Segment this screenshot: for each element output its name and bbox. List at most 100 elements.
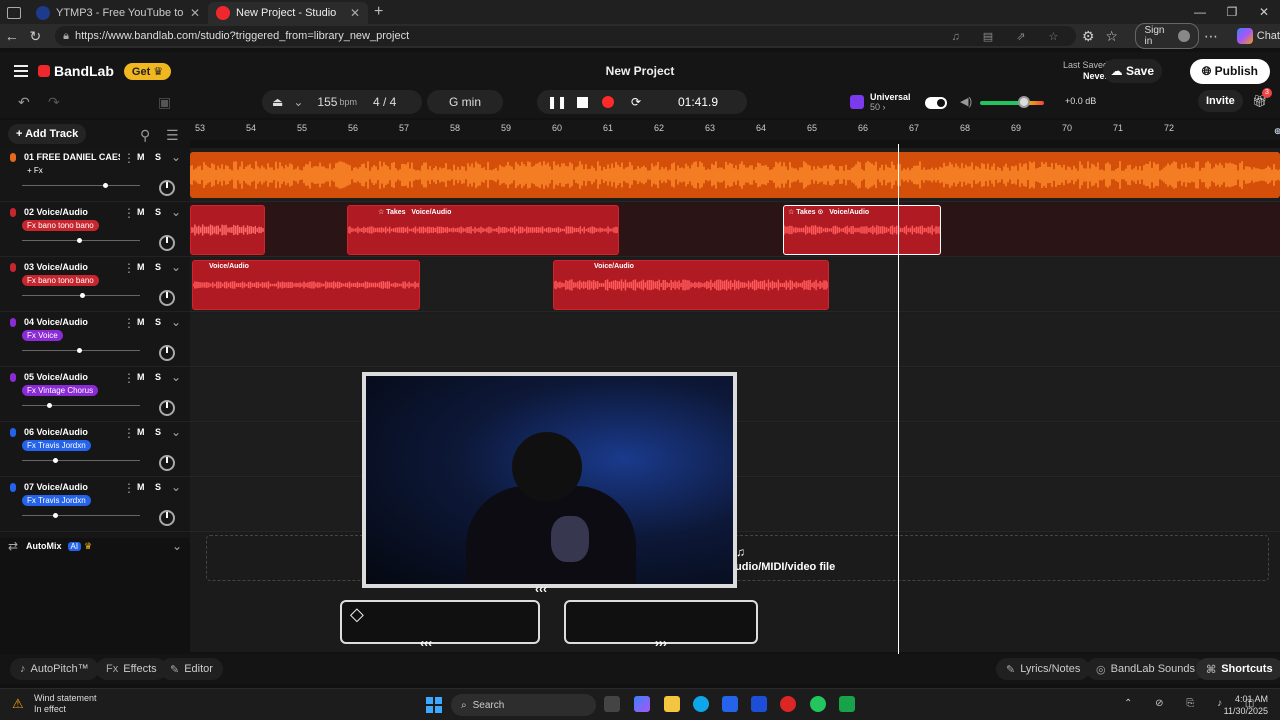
pan-knob[interactable]	[159, 290, 175, 306]
chevron-down-icon[interactable]: ⌄	[171, 150, 181, 164]
chevron-down-icon[interactable]: ⌄	[293, 95, 303, 109]
minimize-icon[interactable]: —	[1184, 0, 1216, 24]
file-explorer-icon[interactable]	[664, 696, 680, 712]
track-name[interactable]: 06 Voice/Audio	[24, 427, 120, 437]
pan-knob[interactable]	[159, 345, 175, 361]
timeline-ruler[interactable]: ∪ ⊖ ⊕ 53 54 55 56 57 58 59 60 61 62 63 64 65 66 67 68 69…	[190, 120, 1280, 140]
get-membership-button[interactable]: Get ♛	[123, 62, 172, 80]
browser-tab-studio[interactable]: New Project - Studio ✕	[208, 2, 368, 24]
effects-button[interactable]: Fx Effects	[96, 658, 167, 680]
zoom-in-icon[interactable]: ⊕	[1274, 126, 1280, 137]
stop-icon[interactable]	[577, 96, 588, 108]
tempo-value[interactable]: 155	[317, 95, 337, 109]
volume-fader[interactable]	[22, 238, 140, 243]
undo-icon[interactable]: ↶	[18, 94, 30, 111]
more-icon[interactable]: ⋮	[123, 316, 135, 330]
store-icon[interactable]	[722, 696, 738, 712]
outlook-icon[interactable]	[751, 696, 767, 712]
mute-button[interactable]: M	[137, 317, 145, 327]
mute-button[interactable]: M	[137, 262, 145, 272]
fader-knob[interactable]	[77, 348, 82, 353]
more-icon[interactable]: ⋮	[123, 206, 135, 220]
weather-widget[interactable]: ⚠ Wind statement In effect	[12, 693, 97, 715]
gift-icon[interactable]: 🎁︎ 3	[1252, 88, 1272, 108]
bandlab-sounds-button[interactable]: ◎ BandLab Sounds	[1086, 658, 1206, 680]
more-icon[interactable]: ⋮	[123, 426, 135, 440]
new-tab-icon[interactable]: +	[374, 3, 383, 21]
chevron-down-icon[interactable]: ⌄	[171, 480, 181, 494]
pan-knob[interactable]	[159, 400, 175, 416]
windows-start-icon[interactable]	[426, 697, 442, 713]
audio-clip[interactable]	[190, 205, 265, 255]
master-volume-slider[interactable]	[980, 96, 1044, 108]
solo-button[interactable]: S	[155, 372, 161, 382]
refresh-icon[interactable]: ↻	[24, 28, 48, 45]
track-name[interactable]: 04 Voice/Audio	[24, 317, 120, 327]
task-view-icon[interactable]	[604, 696, 620, 712]
pause-icon[interactable]: ❚❚	[547, 95, 567, 109]
add-track-button[interactable]: + Add Track	[8, 124, 87, 144]
metronome-icon[interactable]: ⏏	[272, 95, 283, 109]
solo-button[interactable]: S	[155, 152, 161, 162]
chevron-down-icon[interactable]: ⌄	[172, 539, 182, 553]
back-icon[interactable]: ←	[0, 28, 24, 44]
track-lane[interactable]: Voice/Audio Voice/Audio	[190, 258, 1280, 312]
mute-button[interactable]: M	[137, 427, 145, 437]
fader-knob[interactable]	[80, 293, 85, 298]
invite-button[interactable]: Invite	[1198, 90, 1243, 112]
fx-tag[interactable]: Fx Travis Jordxn	[22, 495, 91, 506]
track-name[interactable]: 02 Voice/Audio	[24, 207, 120, 217]
track-header[interactable]: 04 Voice/Audio Fx Voice ⋮ M S ⌄	[0, 313, 190, 367]
mute-button[interactable]: M	[137, 482, 145, 492]
more-icon[interactable]: ⋮	[123, 371, 135, 385]
tab-actions-button[interactable]	[0, 2, 28, 24]
copilot-chat-button[interactable]: Chat	[1236, 28, 1280, 44]
fx-tag[interactable]: Fx Vintage Chorus	[22, 385, 99, 396]
automix-row[interactable]: ⇄ AutoMix AI ♛ ⌄	[0, 536, 190, 556]
solo-button[interactable]: S	[155, 262, 161, 272]
close-tab-icon[interactable]: ✕	[350, 6, 360, 20]
audio-clip[interactable]: Voice/Audio	[553, 260, 829, 310]
clock[interactable]: 4:01 AM 11/30/2025	[1224, 693, 1268, 717]
mixer-icon[interactable]: ☰	[166, 127, 179, 144]
instrument-toggle[interactable]	[925, 97, 947, 109]
close-tab-icon[interactable]: ✕	[190, 6, 200, 20]
solo-button[interactable]: S	[155, 427, 161, 437]
publish-button[interactable]: 🌐︎ Publish	[1189, 58, 1270, 84]
pan-knob[interactable]	[159, 510, 175, 526]
fx-tag[interactable]: Fx Travis Jordxn	[22, 440, 91, 451]
volume-knob[interactable]	[1018, 96, 1030, 108]
bandlab-logo[interactable]: BandLab	[38, 63, 114, 79]
track-header[interactable]: 03 Voice/Audio Fx bano tono bano ⋮ M S ⌄	[0, 258, 190, 312]
track-header[interactable]: 01 FREE DANIEL CAES... + Fx ⋮MS ⌄	[0, 148, 190, 202]
loop-icon[interactable]: ⟳	[628, 95, 644, 109]
project-title[interactable]: New Project	[606, 64, 675, 78]
chevron-down-icon[interactable]: ⌄	[171, 260, 181, 274]
mute-button[interactable]: M	[137, 152, 145, 162]
lyrics-notes-button[interactable]: ✎ Lyrics/Notes	[996, 658, 1091, 680]
volume-fader[interactable]	[22, 458, 140, 463]
fx-tag[interactable]: Fx Voice	[22, 330, 63, 341]
more-icon[interactable]: ⋮	[123, 481, 135, 495]
fx-tag[interactable]: Fx bano tono bano	[22, 275, 99, 286]
more-icon[interactable]: ⋮	[123, 261, 135, 275]
browser-tab-ytmp3[interactable]: YTMP3 - Free YouTube to MP3 Co ✕	[28, 2, 208, 24]
fader-knob[interactable]	[53, 458, 58, 463]
maximize-icon[interactable]: ❐	[1216, 0, 1248, 24]
more-icon[interactable]: ⋯	[1199, 28, 1223, 45]
solo-button[interactable]: S	[155, 317, 161, 327]
opera-icon[interactable]	[780, 696, 796, 712]
autopitch-button[interactable]: ♪ AutoPitch™	[10, 658, 99, 680]
volume-fader[interactable]	[22, 348, 140, 353]
solo-button[interactable]: S	[155, 482, 161, 492]
chevron-down-icon[interactable]: ⌄	[171, 425, 181, 439]
copilot-app-icon[interactable]	[634, 696, 650, 712]
audio-clip-takes[interactable]: ☆ Takes Voice/Audio	[347, 205, 619, 255]
chevron-down-icon[interactable]: ⌄	[171, 370, 181, 384]
favorites-icon[interactable]: ☆	[1100, 28, 1124, 45]
track-header[interactable]: 05 Voice/Audio Fx Vintage Chorus ⋮ M S ⌄	[0, 368, 190, 422]
menu-icon[interactable]	[14, 65, 28, 77]
fader-knob[interactable]	[77, 238, 82, 243]
shortcuts-button[interactable]: ⌘ Shortcuts	[1196, 658, 1280, 680]
volume-fader[interactable]	[22, 183, 140, 188]
